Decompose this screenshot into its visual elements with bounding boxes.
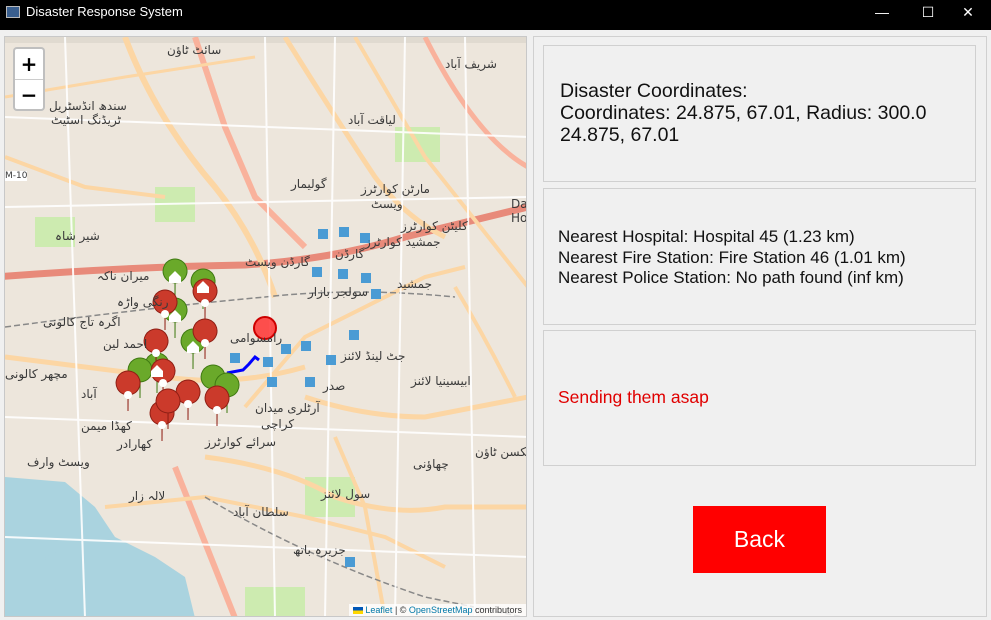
- map-label: میران ناکہ: [97, 269, 150, 283]
- attribution-separator: | ©: [392, 605, 409, 615]
- map-label: ویسٹ وارف: [27, 455, 90, 469]
- map-label: جیکسن ٹاؤن: [475, 445, 527, 459]
- nearest-services-panel: Nearest Hospital: Hospital 45 (1.23 km) …: [543, 188, 976, 325]
- map-label: اگرہ تاج کالونی: [43, 315, 121, 329]
- leaflet-link[interactable]: Leaflet: [365, 605, 392, 615]
- road: [192, 37, 308, 250]
- minimize-button[interactable]: —: [859, 0, 905, 24]
- road: [353, 37, 526, 288]
- map-label: کراچی: [261, 417, 295, 431]
- coordinates-value: 24.875, 67.01: [560, 124, 680, 146]
- ukraine-flag-icon: [353, 607, 364, 615]
- map-label: مارٹن کوارٹرز: [361, 182, 430, 196]
- map-label: احمد لین: [103, 337, 148, 351]
- map-label: سائٹ ٹاؤن: [167, 43, 222, 57]
- map-label: ٹریڈنگ اسٹیٹ: [51, 113, 121, 127]
- nearest-fire-station-text: Nearest Fire Station: Fire Station 46 (1…: [558, 247, 906, 267]
- map-label: سولجر بازار: [308, 285, 369, 299]
- map-label: سندھ انڈسٹریل: [49, 99, 127, 113]
- map-label: جمشید: [397, 277, 432, 291]
- map-label: ابیسینیا لائنز: [411, 374, 471, 388]
- zoom-out-button[interactable]: −: [15, 79, 43, 110]
- map-label: چھاؤنی: [413, 457, 449, 471]
- map-label: سلطان آباد: [233, 505, 289, 519]
- map-label: گارڈن ویسٹ: [245, 255, 310, 269]
- back-button[interactable]: Back: [693, 506, 826, 573]
- map-label: شیر شاہ: [55, 229, 100, 243]
- coordinates-panel: Disaster Coordinates: Coordinates: 24.87…: [543, 45, 976, 182]
- highway-shield: M-10: [5, 171, 28, 181]
- map-label: سول لائنز: [321, 487, 371, 501]
- map-label: Ho: [511, 211, 527, 225]
- map-view[interactable]: سائٹ ٹاؤن سندھ انڈسٹریل ٹریڈنگ اسٹیٹ لیا…: [4, 36, 527, 617]
- coordinates-radius-text: Coordinates: 24.875, 67.01, Radius: 300.…: [560, 102, 927, 124]
- zoom-in-button[interactable]: +: [15, 49, 43, 79]
- main-window: سائٹ ٹاؤن سندھ انڈسٹریل ٹریڈنگ اسٹیٹ لیا…: [0, 30, 991, 620]
- map-attribution: Leaflet | © OpenStreetMap contributors: [349, 604, 526, 616]
- road: [304, 394, 526, 420]
- attribution-suffix: contributors: [472, 605, 522, 615]
- osm-link[interactable]: OpenStreetMap: [409, 605, 473, 615]
- road: [5, 155, 166, 199]
- close-button[interactable]: ✕: [945, 0, 991, 24]
- map-label: مچھر کالونی: [5, 367, 68, 381]
- map-label: صدر: [323, 379, 346, 393]
- map-label: آباد: [81, 387, 97, 401]
- coordinates-heading: Disaster Coordinates:: [560, 80, 748, 102]
- nearest-police-station-text: Nearest Police Station: No path found (i…: [558, 268, 904, 287]
- app-icon: [6, 6, 20, 18]
- map-label: جمشید کوارٹرز: [365, 235, 441, 249]
- map-label: لالہ زار: [129, 489, 166, 503]
- status-message: Sending them asap: [558, 387, 709, 407]
- map-label: کھڈا میمن: [81, 419, 132, 433]
- map-label: شریف آباد: [445, 57, 497, 71]
- map-label: گولیمار: [291, 177, 327, 191]
- status-panel: Sending them asap: [543, 330, 976, 466]
- map-label: Dawo: [511, 197, 527, 211]
- zoom-control: + −: [13, 47, 45, 111]
- map-label: جزیرہ باتھ: [293, 543, 346, 557]
- map-label: کلیٹن کوارٹرز: [401, 219, 468, 233]
- road: [204, 454, 526, 513]
- map-label: رامسوامی: [230, 331, 283, 345]
- nearest-hospital-text: Nearest Hospital: Hospital 45 (1.23 km): [558, 227, 855, 246]
- map-label: جٹ لینڈ لائنز: [341, 349, 406, 363]
- map-label: کھارادر: [117, 437, 153, 451]
- map-label: آرٹلری میدان: [255, 401, 320, 415]
- map-label: گارڈن: [335, 247, 365, 261]
- map-label: لیاقت آباد: [348, 113, 396, 127]
- title-bar: Disaster Response System — ☐ ✕: [0, 0, 991, 24]
- window-title: Disaster Response System: [26, 4, 183, 19]
- map-label: سرائے کوارٹرز: [205, 435, 276, 449]
- map-label: رنگی واڑہ: [117, 295, 169, 309]
- map-label: ویسٹ: [371, 197, 403, 211]
